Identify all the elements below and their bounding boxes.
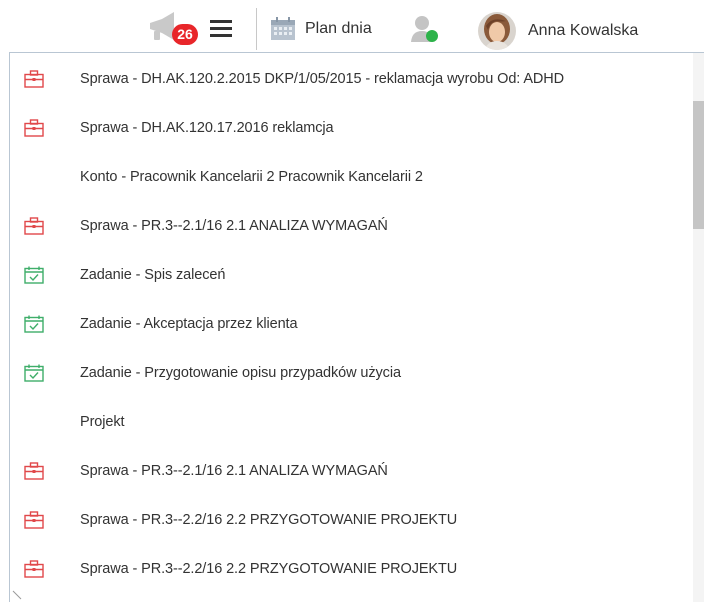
list-item-label: Sprawa - PR.3--2.2/16 2.2 PRZYGOTOWANIE … (80, 512, 458, 528)
scrollbar-track[interactable] (693, 53, 704, 602)
list-item[interactable]: Sprawa - PR.3--2.1/16 2.1 ANALIZA WYMAGA… (10, 447, 694, 495)
list-item[interactable]: Sprawa - PR.3--2.2/16 2.2 PRZYGOTOWANIE … (10, 545, 694, 593)
plan-dnia-button[interactable]: Plan dnia (270, 14, 372, 44)
list-item[interactable]: Sprawa - DH.AK.120.2.2015 DKP/1/05/2015 … (10, 55, 694, 103)
briefcase-icon (24, 70, 44, 88)
briefcase-icon (24, 462, 44, 480)
user-presence-icon[interactable] (410, 14, 440, 44)
list-item-label: Sprawa - DH.AK.120.17.2016 reklamcja (80, 120, 334, 136)
top-bar: 26 Plan dnia Anna Kowalska (0, 0, 704, 50)
list-item-label: Zadanie - Przygotowanie opisu przypadków… (80, 365, 401, 381)
notification-badge: 26 (172, 24, 198, 45)
list-item[interactable]: Projekt (10, 398, 694, 446)
list-item-label: Projekt (80, 414, 125, 430)
list-item[interactable]: Zadanie - Przygotowanie opisu przypadków… (10, 349, 694, 397)
list-item[interactable]: Sprawa - PR.3--2.1/16 2.1 ANALIZA WYMAGA… (10, 202, 694, 250)
list-item-label: Sprawa - PR.3--2.1/16 2.1 ANALIZA WYMAGA… (80, 463, 388, 479)
hamburger-menu-icon[interactable] (210, 20, 232, 38)
user-name[interactable]: Anna Kowalska (528, 22, 638, 40)
list-item-label: Zadanie - Spis zaleceń (80, 267, 226, 283)
calendar-icon (271, 17, 295, 40)
list-item-label: Sprawa - DH.AK.120.2.2015 DKP/1/05/2015 … (80, 71, 565, 87)
list-item-label: Zadanie - Akceptacja przez klienta (80, 316, 298, 332)
briefcase-icon (24, 217, 44, 235)
briefcase-icon (24, 511, 44, 529)
list-item[interactable]: Zadanie - Spis zaleceń (10, 251, 694, 299)
scrollbar-thumb[interactable] (693, 101, 704, 229)
list-item[interactable]: Sprawa - PR.3--2.2/16 2.2 PRZYGOTOWANIE … (10, 496, 694, 544)
announcements-button[interactable]: 26 (148, 9, 200, 45)
divider (256, 8, 257, 50)
list-item-label: Sprawa - PR.3--2.2/16 2.2 PRZYGOTOWANIE … (80, 561, 458, 577)
briefcase-icon (24, 560, 44, 578)
list-item[interactable]: Sprawa - DH.AK.120.17.2016 reklamcja (10, 104, 694, 152)
list-item[interactable]: Zadanie - Akceptacja przez klienta (10, 300, 694, 348)
calendar-check-icon (24, 315, 44, 333)
search-results-dropdown: Sprawa - DH.AK.120.2.2015 DKP/1/05/2015 … (9, 52, 704, 602)
briefcase-icon (24, 119, 44, 137)
calendar-check-icon (24, 266, 44, 284)
plan-dnia-label: Plan dnia (305, 20, 372, 37)
resize-handle-icon[interactable] (12, 590, 22, 600)
list-item-label: Konto - Pracownik Kancelarii 2 Pracownik… (80, 169, 423, 185)
list-item[interactable]: Konto - Pracownik Kancelarii 2 Pracownik… (10, 153, 694, 201)
list-item-label: Sprawa - PR.3--2.1/16 2.1 ANALIZA WYMAGA… (80, 218, 388, 234)
calendar-check-icon (24, 364, 44, 382)
user-avatar[interactable] (478, 12, 516, 50)
